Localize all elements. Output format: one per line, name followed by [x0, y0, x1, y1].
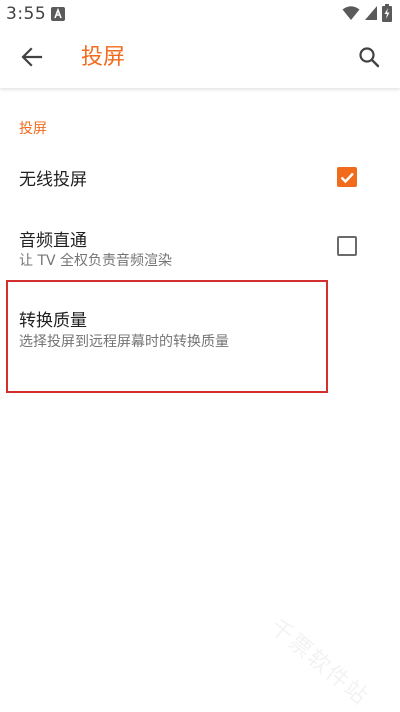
- pref-conversion-quality[interactable]: 转换质量 选择投屏到远程屏幕时的转换质量: [0, 290, 400, 360]
- screen: 3:55 投屏 投屏 无线投屏 音频直通 让 TV 全权负责音频渲染 转换质量 …: [0, 0, 400, 712]
- pref-title: 转换质量: [19, 311, 87, 331]
- status-time: 3:55: [6, 4, 47, 24]
- pref-summary: 让 TV 全权负责音频渲染: [19, 253, 173, 269]
- search-icon: [358, 46, 380, 72]
- pref-title: 音频直通: [19, 231, 87, 251]
- app-bar: 投屏: [0, 30, 400, 88]
- app-notification-icon: [51, 7, 65, 21]
- audio-passthrough-checkbox[interactable]: [337, 236, 357, 256]
- battery-charging-icon: [382, 4, 392, 26]
- search-button[interactable]: [347, 37, 391, 81]
- status-icons: [342, 4, 392, 26]
- signal-icon: [364, 5, 378, 25]
- section-header: 投屏: [19, 121, 47, 137]
- wireless-cast-checkbox[interactable]: [337, 167, 357, 187]
- pref-wireless-cast[interactable]: 无线投屏: [0, 148, 400, 206]
- wifi-icon: [342, 5, 360, 25]
- arrow-back-icon: [21, 46, 43, 72]
- pref-summary: 选择投屏到远程屏幕时的转换质量: [19, 334, 229, 350]
- pref-audio-passthrough[interactable]: 音频直通 让 TV 全权负责音频渲染: [0, 210, 400, 278]
- watermark: 千票软件站: [265, 614, 374, 711]
- status-bar: 3:55: [0, 0, 400, 30]
- pref-title: 无线投屏: [19, 170, 87, 190]
- back-button[interactable]: [10, 37, 54, 81]
- page-title: 投屏: [81, 45, 126, 70]
